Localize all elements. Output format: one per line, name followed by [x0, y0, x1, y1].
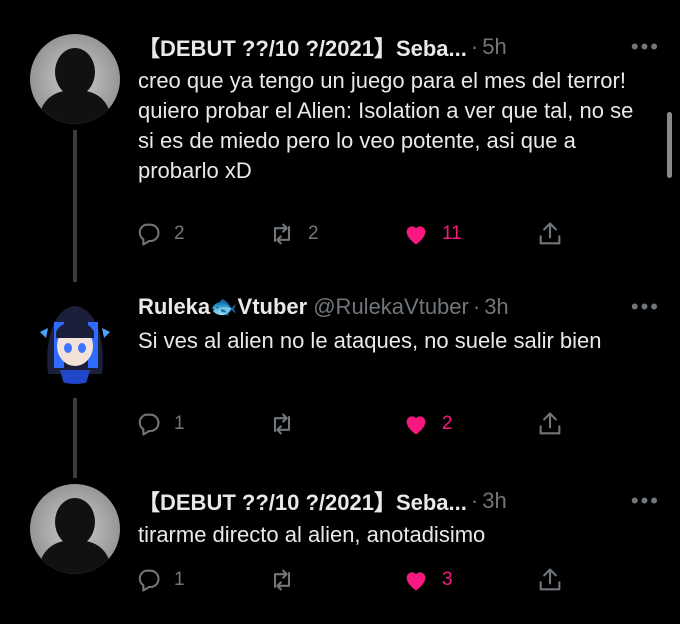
retweet-icon: [273, 413, 291, 435]
like-button[interactable]: 3: [402, 562, 453, 598]
avatar[interactable]: [30, 484, 120, 574]
timestamp[interactable]: 5h: [482, 34, 506, 60]
share-button[interactable]: [536, 216, 564, 252]
reply-count: 1: [174, 569, 185, 590]
separator-dot: ·: [472, 294, 481, 319]
reply-icon: [138, 223, 160, 246]
share-button[interactable]: [536, 562, 564, 598]
separator-dot: ·: [470, 34, 479, 59]
like-count: 2: [442, 413, 453, 434]
tweet[interactable]: 【DEBUT ??/10 ?/2021】Seba... · 3h ••• tir…: [0, 484, 680, 614]
share-icon: [539, 412, 561, 435]
more-options-icon[interactable]: •••: [631, 34, 660, 60]
share-button[interactable]: [536, 406, 564, 442]
default-avatar-icon: [30, 484, 120, 574]
tweet-actions: 2 2 11: [134, 216, 574, 252]
tweet-header: 【DEBUT ??/10 ?/2021】Seba... · 5h •••: [138, 30, 660, 64]
display-name[interactable]: Ruleka🐟Vtuber: [138, 294, 307, 320]
timestamp[interactable]: 3h: [482, 488, 506, 514]
retweet-icon: [273, 223, 291, 245]
retweet-button[interactable]: [268, 406, 308, 442]
more-options-icon[interactable]: •••: [631, 488, 660, 514]
tweet-text: tirarme directo al alien, anotadisimo: [138, 522, 486, 547]
reply-count: 1: [174, 413, 185, 434]
display-name[interactable]: 【DEBUT ??/10 ?/2021】Seba...: [138, 485, 467, 517]
heart-icon: [406, 572, 426, 591]
tweet-actions: 1 2: [134, 406, 574, 442]
share-icon: [539, 222, 561, 245]
like-count: 11: [442, 223, 462, 244]
more-options-icon[interactable]: •••: [631, 294, 660, 320]
handle[interactable]: @RulekaVtuber: [313, 294, 469, 320]
like-button[interactable]: 11: [402, 216, 462, 252]
reply-button[interactable]: 2: [134, 216, 185, 252]
tweet-header: 【DEBUT ??/10 ?/2021】Seba... · 3h •••: [138, 484, 660, 518]
like-count: 3: [442, 569, 453, 590]
heart-icon: [406, 226, 426, 245]
like-button[interactable]: 2: [402, 406, 453, 442]
reply-count: 2: [174, 223, 185, 244]
retweet-icon: [273, 569, 291, 591]
avatar[interactable]: [30, 34, 120, 124]
reply-icon: [138, 413, 160, 436]
tweet-text: Si ves al alien no le ataques, no suele …: [138, 328, 602, 353]
tweet-text: creo que ya tengo un juego para el mes d…: [138, 68, 634, 183]
avatar[interactable]: [30, 294, 120, 384]
retweet-count: 2: [308, 223, 319, 244]
reply-icon: [138, 569, 160, 592]
reply-button[interactable]: 1: [134, 406, 185, 442]
tweet[interactable]: Ruleka🐟Vtuber @RulekaVtuber · 3h ••• Si …: [0, 290, 680, 470]
tweet[interactable]: 【DEBUT ??/10 ?/2021】Seba... · 5h ••• cre…: [0, 30, 680, 260]
tweet-header: Ruleka🐟Vtuber @RulekaVtuber · 3h •••: [138, 290, 660, 324]
reply-button[interactable]: 1: [134, 562, 185, 598]
vtuber-avatar-icon: [30, 294, 120, 384]
default-avatar-icon: [30, 34, 120, 124]
retweet-button[interactable]: 2: [268, 216, 319, 252]
separator-dot: ·: [470, 488, 479, 513]
share-icon: [539, 568, 561, 591]
timestamp[interactable]: 3h: [484, 294, 508, 320]
display-name[interactable]: 【DEBUT ??/10 ?/2021】Seba...: [138, 31, 467, 63]
retweet-button[interactable]: [268, 562, 308, 598]
tweet-actions: 1 3: [134, 562, 574, 598]
heart-icon: [406, 416, 426, 435]
scrollbar[interactable]: [667, 112, 672, 178]
